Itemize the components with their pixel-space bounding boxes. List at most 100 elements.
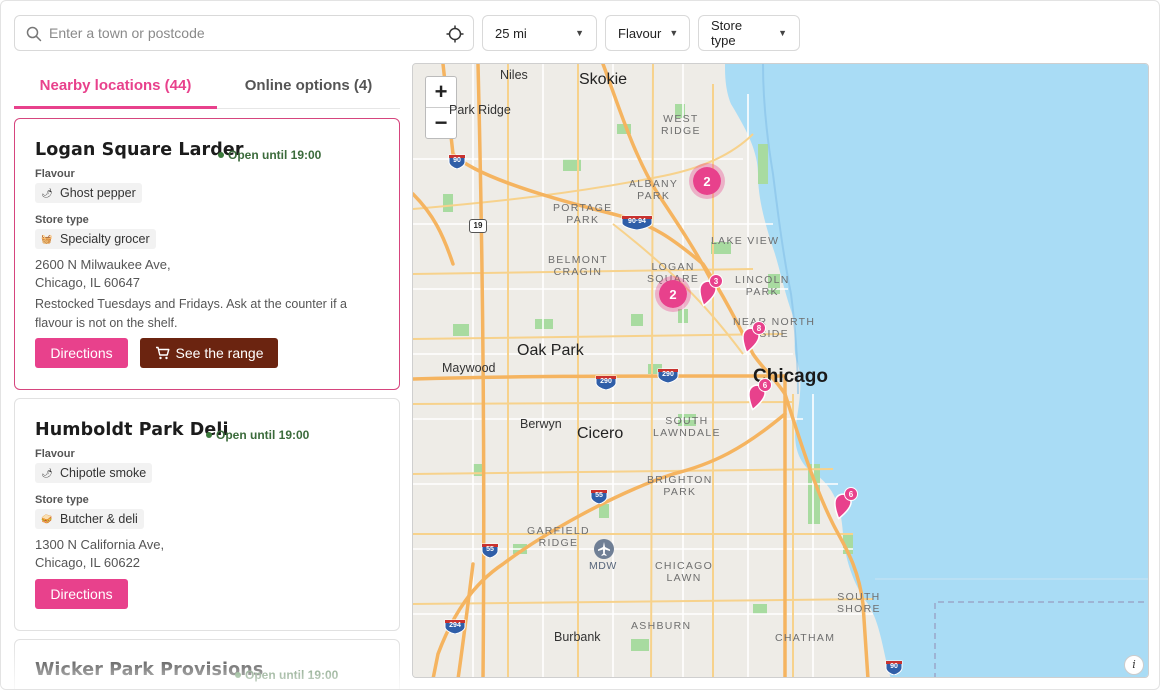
open-status: Open until 19:00: [218, 148, 321, 162]
store-name: Logan Square Larder: [35, 140, 244, 160]
store-type-value: Butcher & deli: [60, 512, 138, 526]
store-pin[interactable]: 3: [695, 274, 723, 308]
pin-count: 3: [709, 274, 723, 288]
store-note: Restocked Tuesdays and Fridays. Ask at t…: [35, 297, 347, 330]
basket-icon: 🧺: [41, 233, 53, 244]
neighborhood-label: SOUTH SHORE: [837, 591, 881, 615]
interstate-shield: 294: [444, 619, 466, 634]
chevron-down-icon: ▼: [778, 28, 787, 38]
place-label: Oak Park: [517, 342, 584, 359]
location-card[interactable]: Wicker Park Provisions Open until 19:00: [14, 639, 400, 689]
store-type-chip: 🥪 Butcher & deli: [35, 509, 144, 529]
store-type-chip: 🧺 Specialty grocer: [35, 229, 156, 249]
open-status-text: Open until 19:00: [245, 668, 339, 682]
airport-label: MDW: [589, 560, 617, 572]
crosshair-icon[interactable]: [446, 25, 464, 43]
pin-count: 8: [752, 321, 766, 335]
flavour-filter-label: Flavour: [618, 25, 662, 41]
status-dot: [218, 152, 224, 158]
place-label: Skokie: [579, 71, 628, 88]
tab-nearby-locations[interactable]: Nearby locations (44): [14, 65, 217, 109]
neighborhood-label: SOUTH LAWNDALE: [653, 415, 721, 439]
location-card[interactable]: Humboldt Park Deli Open until 19:00 Flav…: [14, 398, 400, 631]
neighborhood-label: CHATHAM: [775, 632, 836, 644]
deli-icon: 🥪: [41, 513, 53, 524]
interstate-shield: 90: [448, 154, 466, 169]
interstate-shield: 90·94: [621, 215, 653, 230]
store-name: Wicker Park Provisions: [35, 660, 264, 680]
store-type-filter[interactable]: Store type ▼: [698, 15, 800, 51]
store-address: 1300 N California Ave, Chicago, IL 60622: [35, 536, 164, 572]
store-pin[interactable]: 6: [830, 487, 858, 521]
place-label: Niles: [500, 68, 528, 82]
address-line: 2600 N Milwaukee Ave,: [35, 257, 171, 272]
interstate-shield: 90: [885, 660, 903, 675]
open-status-text: Open until 19:00: [216, 428, 310, 442]
store-locator: 25 mi ▼ Flavour ▼ Store type ▼ Nearby lo…: [0, 0, 1160, 690]
directions-button[interactable]: Directions: [35, 338, 128, 368]
search-icon: [26, 26, 42, 42]
neighborhood-label: ALBANY PARK: [629, 178, 679, 202]
location-cluster[interactable]: 2: [689, 163, 725, 199]
location-card[interactable]: Logan Square Larder Open until 19:00 Fla…: [14, 118, 400, 390]
place-label: Cicero: [577, 425, 624, 442]
place-label: Burbank: [554, 630, 601, 644]
flavour-chip: 🌶 Ghost pepper: [35, 183, 142, 203]
directions-button[interactable]: Directions: [35, 579, 128, 609]
bottle-icon: 🌶: [41, 187, 53, 198]
place-label: Berwyn: [520, 417, 562, 431]
place-label: Park Ridge: [449, 103, 511, 117]
address-line: Chicago, IL 60622: [35, 555, 141, 570]
results-tabs: Nearby locations (44) Online options (4): [14, 65, 400, 109]
neighborhood-label: WEST RIDGE: [661, 113, 701, 137]
interstate-shield: 290: [595, 375, 617, 390]
chevron-down-icon: ▼: [575, 28, 584, 38]
airport-icon: [594, 539, 614, 559]
radius-select[interactable]: 25 mi ▼: [482, 15, 597, 51]
bottle-icon: 🌶: [41, 467, 53, 478]
interstate-shield: 55: [590, 489, 608, 504]
address-line: 1300 N California Ave,: [35, 537, 165, 552]
tab-online-options[interactable]: Online options (4): [217, 65, 400, 109]
pin-count: 6: [758, 378, 772, 392]
flavour-chip: 🌶 Chipotle smoke: [35, 463, 153, 483]
us-route-shield: 19: [469, 219, 487, 233]
location-cluster[interactable]: 2: [655, 276, 691, 312]
see-range-button[interactable]: See the range: [140, 338, 278, 368]
neighborhood-label: LINCOLN PARK: [735, 274, 790, 298]
open-status: Open until 19:00: [206, 428, 309, 442]
open-status: Open until 19:00: [235, 668, 338, 682]
location-list: Logan Square Larder Open until 19:00 Fla…: [14, 118, 400, 689]
status-dot: [206, 432, 212, 438]
radius-value: 25 mi: [495, 25, 527, 41]
neighborhood-label: BELMONT CRAGIN: [548, 254, 608, 278]
interstate-shield: 55: [481, 543, 499, 558]
chevron-down-icon: ▼: [669, 28, 679, 38]
flavour-value: Ghost pepper: [60, 186, 136, 200]
store-name: Humboldt Park Deli: [35, 420, 229, 440]
flavour-label: Flavour: [35, 448, 75, 460]
place-label: Maywood: [442, 361, 496, 375]
neighborhood-label: LAKE VIEW: [711, 235, 780, 247]
store-address: 2600 N Milwaukee Ave, Chicago, IL 60647: [35, 256, 171, 292]
store-type-label: Store type: [35, 494, 89, 506]
status-dot: [235, 672, 241, 678]
store-type-value: Specialty grocer: [60, 232, 150, 246]
store-type-label: Store type: [35, 214, 89, 226]
map-info-button[interactable]: i: [1124, 655, 1144, 675]
address-line: Chicago, IL 60647: [35, 275, 141, 290]
pin-count: 6: [844, 487, 858, 501]
neighborhood-label: GARFIELD RIDGE: [527, 525, 590, 549]
neighborhood-label: CHICAGO LAWN: [655, 560, 714, 584]
neighborhood-label: BRIGHTON PARK: [647, 474, 713, 498]
open-status-text: Open until 19:00: [228, 148, 322, 162]
store-pin[interactable]: 8: [738, 321, 766, 355]
neighborhood-label: PORTAGE PARK: [553, 202, 613, 226]
flavour-value: Chipotle smoke: [60, 466, 147, 480]
flavour-filter[interactable]: Flavour ▼: [605, 15, 690, 51]
neighborhood-label: ASHBURN: [631, 620, 692, 632]
location-search-input[interactable]: [49, 22, 439, 44]
flavour-label: Flavour: [35, 168, 75, 180]
store-pin[interactable]: 6: [744, 378, 772, 412]
store-map[interactable]: + − Niles Skokie Park Ridge Oak Park May…: [412, 63, 1149, 678]
